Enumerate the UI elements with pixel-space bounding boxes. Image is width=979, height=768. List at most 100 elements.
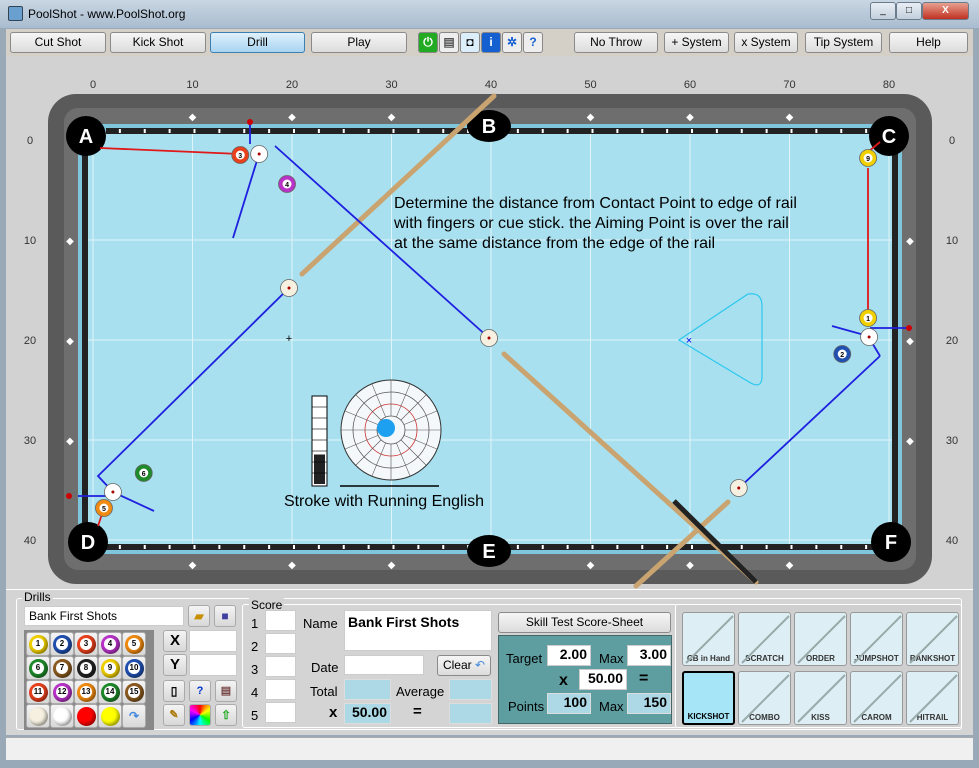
score-row-input[interactable] — [265, 656, 296, 677]
palette-ball-5[interactable]: 5 — [122, 632, 146, 656]
mode-button-kick-shot[interactable]: Kick Shot — [110, 32, 206, 53]
palette-ball-11[interactable]: 11 — [26, 680, 50, 704]
ball-number: 14 — [104, 686, 116, 698]
cue-ball[interactable] — [250, 145, 269, 163]
ball-4[interactable]: 4 — [278, 175, 296, 193]
palette-ball-15[interactable]: 15 — [122, 680, 146, 704]
palette-ball-9[interactable]: 9 — [98, 656, 122, 680]
palette-ghost-cue-ball[interactable] — [50, 704, 74, 728]
save-icon[interactable]: ■ — [214, 605, 236, 627]
diamond: ◆ — [66, 436, 74, 447]
rail-tick — [765, 545, 768, 549]
score-row-input[interactable] — [265, 633, 296, 654]
no-throw-lines-button[interactable]: No Throw Lines — [574, 32, 658, 68]
shot-type-kickshot[interactable]: KICKSHOT — [682, 671, 735, 725]
palette-ball-6[interactable]: 6 — [26, 656, 50, 680]
palette-red-marker[interactable] — [74, 704, 98, 728]
target-input[interactable]: 2.00 — [547, 645, 591, 666]
palette-ball-1[interactable]: 1 — [26, 632, 50, 656]
palette-ball-10[interactable]: 10 — [122, 656, 146, 680]
cue-ball[interactable] — [280, 279, 298, 297]
system-button[interactable]: + System — [664, 32, 729, 53]
ball-6[interactable]: 6 — [134, 464, 153, 482]
aim-point[interactable] — [247, 119, 253, 125]
mode-button-drill[interactable]: Drill — [210, 32, 305, 53]
maximize-button[interactable]: □ — [896, 2, 922, 20]
cue-ball[interactable] — [480, 329, 498, 347]
power-icon[interactable]: ⏻ — [418, 32, 438, 53]
palette-cue-ball[interactable] — [26, 704, 50, 728]
palette-ball-3[interactable]: 3 — [74, 632, 98, 656]
open-folder-icon[interactable]: ▰ — [188, 605, 210, 627]
shot-type-cb-in-hand[interactable]: CB in Hand — [682, 612, 735, 666]
camera-icon[interactable]: ◘ — [460, 32, 480, 53]
minimize-button[interactable]: _ — [870, 2, 896, 20]
aim-point[interactable] — [906, 325, 912, 331]
mode-button-play[interactable]: Play — [311, 32, 407, 53]
score-row-input[interactable] — [265, 610, 296, 631]
drill-name-input[interactable]: Bank First Shots — [24, 606, 184, 626]
palette-ball-12[interactable]: 12 — [50, 680, 74, 704]
ball-9[interactable]: 9 — [859, 149, 878, 167]
y-button[interactable]: Y — [163, 654, 187, 676]
cue-ball[interactable] — [729, 479, 748, 497]
score-name-input[interactable]: Bank First Shots — [344, 610, 492, 651]
ball-3[interactable]: 3 — [231, 146, 250, 164]
score-row-number: 4 — [251, 685, 259, 700]
redo-icon[interactable]: ↷ — [122, 704, 146, 728]
foot-spot-marker: × — [686, 335, 692, 347]
shot-type-combo[interactable]: COMBO — [738, 671, 791, 725]
edit-notes-icon[interactable]: ✎ — [163, 704, 185, 726]
shot-type-carom[interactable]: CAROM — [850, 671, 903, 725]
cue-ball[interactable] — [104, 483, 122, 501]
x-button[interactable]: X — [163, 630, 187, 652]
date-input[interactable] — [344, 655, 424, 675]
shot-type-jumpshot[interactable]: JUMPSHOT — [850, 612, 903, 666]
tip-system-button[interactable]: Tip System — [805, 32, 882, 53]
palette-ball-4[interactable]: 4 — [98, 632, 122, 656]
palette-ball-13[interactable]: 13 — [74, 680, 98, 704]
palette-yellow-marker[interactable] — [98, 704, 122, 728]
aim-point[interactable] — [66, 493, 72, 499]
print-icon[interactable]: ▤ — [439, 32, 459, 53]
report-icon[interactable]: ▤ — [215, 680, 237, 702]
pool-table[interactable]: ◆ ◆ ◆ ◆ ◆ ◆ ◆ ◆ ◆ ◆ ◆ ◆ ◆ ◆ ◆ ◆ ◆ ◆ 0 10 20 30 40 50 60 70 80 0 0 10 1… — [6, 56, 973, 589]
gear-icon[interactable]: ✲ — [502, 32, 522, 53]
help-button[interactable]: Help — [889, 32, 968, 53]
cue-ball[interactable] — [860, 328, 878, 346]
x-system-button[interactable]: x System — [734, 32, 798, 53]
shot-type-kiss[interactable]: KISS — [794, 671, 847, 725]
english-tip-marker[interactable] — [377, 419, 395, 437]
score-row-input[interactable] — [265, 702, 296, 723]
palette-ball-14[interactable]: 14 — [98, 680, 122, 704]
clear-button[interactable]: Clear ↶ — [437, 655, 491, 676]
x-input[interactable] — [189, 630, 237, 652]
head-spot-marker: + — [286, 333, 292, 345]
multiplier-input[interactable]: 50.00 — [579, 669, 627, 690]
max-input[interactable]: 3.00 — [627, 645, 671, 666]
palette-ball-7[interactable]: 7 — [50, 656, 74, 680]
info-icon[interactable]: i — [481, 32, 501, 53]
help-document-icon[interactable]: ? — [189, 680, 211, 702]
shot-type-hitrail[interactable]: HITRAIL — [906, 671, 959, 725]
ball-5[interactable]: 5 — [95, 499, 113, 517]
help-doc-icon[interactable]: ? — [523, 32, 543, 53]
palette-ball-8[interactable]: 8 — [74, 656, 98, 680]
shot-type-scratch[interactable]: SCRATCH — [738, 612, 791, 666]
english-target[interactable] — [340, 379, 442, 481]
skill-test-button[interactable]: Skill Test Score-Sheet — [498, 612, 671, 633]
export-folder-icon[interactable]: ⇧ — [215, 704, 237, 726]
y-input[interactable] — [189, 654, 237, 676]
ball-1[interactable]: 1 — [859, 309, 878, 327]
ball-2[interactable]: 2 — [833, 345, 852, 363]
close-button[interactable]: X — [922, 2, 969, 20]
mode-button-cut-shot[interactable]: Cut Shot — [10, 32, 106, 53]
new-document-icon[interactable]: ▯ — [163, 680, 185, 702]
score-row-input[interactable] — [265, 679, 296, 700]
rail-tick — [715, 129, 718, 133]
shot-type-bankshot[interactable]: BANKSHOT — [906, 612, 959, 666]
palette-ball-2[interactable]: 2 — [50, 632, 74, 656]
color-palette-icon[interactable] — [189, 704, 211, 726]
stroke-power-fill — [314, 454, 325, 484]
shot-type-order[interactable]: ORDER — [794, 612, 847, 666]
